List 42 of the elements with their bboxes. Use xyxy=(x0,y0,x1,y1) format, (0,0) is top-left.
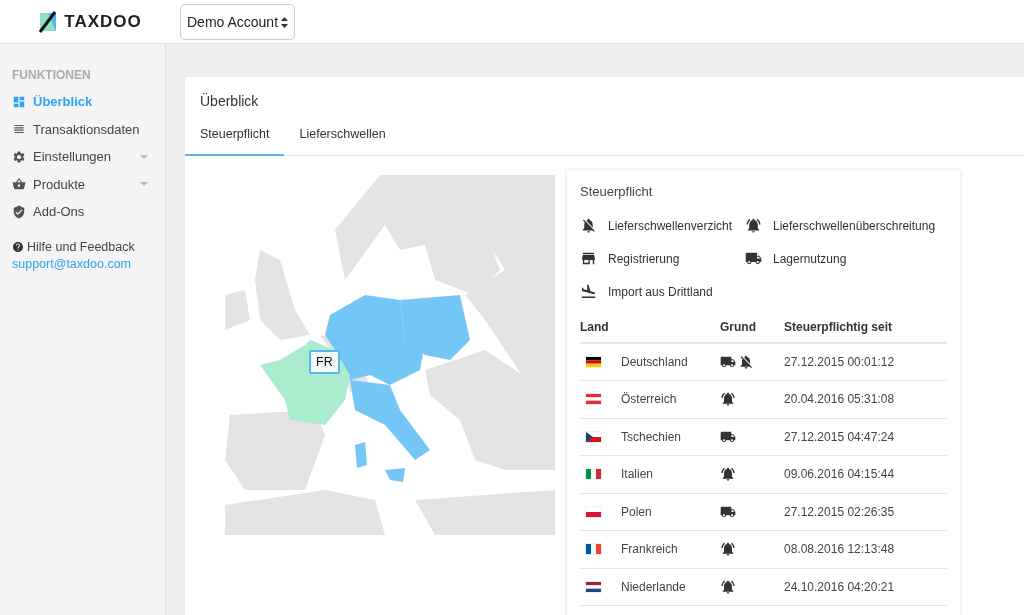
sidebar-item[interactable]: Einstellungen xyxy=(12,143,154,171)
legend-label: Import aus Drittland xyxy=(608,284,713,299)
brand-name: TAXDOO xyxy=(64,11,142,32)
shield-icon xyxy=(12,204,26,219)
country-name: Deutschland xyxy=(621,355,688,369)
country-name: Niederlande xyxy=(621,579,686,594)
sidebar-item[interactable]: Transaktionsdaten xyxy=(12,115,154,143)
bag-icon xyxy=(12,177,26,192)
sidebar-item[interactable]: Produkte xyxy=(12,170,154,198)
country-name: Italien xyxy=(621,467,654,482)
legend-label: Lieferschwellenüberschreitung xyxy=(773,218,936,233)
sort-caret-icon xyxy=(281,16,289,28)
legend-label: Lagernutzung xyxy=(773,251,847,266)
legend-label: Registrierung xyxy=(608,251,680,266)
date-cell: 24.10.2016 04:20:21 xyxy=(784,568,947,606)
legend-label: Lieferschwellenverzicht xyxy=(608,218,733,233)
country-name: Österreich xyxy=(621,392,677,407)
help-icon xyxy=(12,240,24,253)
country-name: Tschechien xyxy=(621,429,682,444)
date-cell: 27.12.2015 00:01:12 xyxy=(784,343,947,381)
column-header: Steuerpflichtig seit xyxy=(784,314,947,343)
dashboard-icon xyxy=(12,94,26,109)
tab[interactable]: Lieferschwellen xyxy=(284,117,401,156)
column-header: Grund xyxy=(720,314,784,343)
date-cell: 09.06.2016 04:15:44 xyxy=(784,455,947,493)
gear-icon xyxy=(12,149,26,164)
page-title: Überblick xyxy=(199,92,260,109)
date-cell: 27.12.2015 04:47:24 xyxy=(784,418,947,456)
column-header: Land xyxy=(580,314,720,343)
sidebar-item[interactable]: Add-Ons xyxy=(12,198,154,226)
account-select[interactable]: Demo Account xyxy=(180,4,296,40)
panel-title: Steuerpflicht xyxy=(580,184,654,199)
help-label: Hilfe und Feedback xyxy=(27,239,135,254)
country-name: Frankreich xyxy=(621,542,678,557)
tab[interactable]: Steuerpflicht xyxy=(185,117,285,156)
logo-icon xyxy=(38,10,59,33)
date-cell: 20.04.2016 05:31:08 xyxy=(784,380,947,418)
country-name: Polen xyxy=(621,504,652,519)
map-tooltip: FR xyxy=(309,350,340,374)
date-cell: 08.08.2016 12:13:48 xyxy=(784,530,947,568)
date-cell: 27.12.2015 02:26:35 xyxy=(784,493,947,531)
section-heading: FUNKTIONEN xyxy=(12,68,92,82)
